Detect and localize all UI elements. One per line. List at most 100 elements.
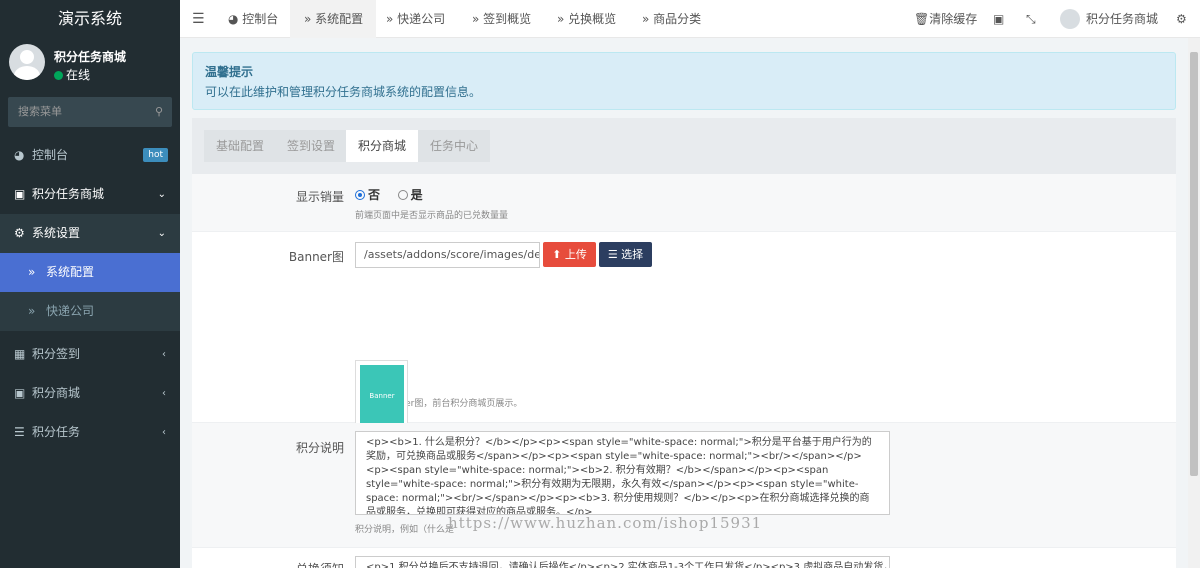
config-panel: 基础配置 签到设置 积分商城 任务中心 显示销量 否 是 前端页面中是否显示商品… (192, 118, 1176, 568)
dashboard-icon: ◕ (14, 148, 25, 162)
hot-badge: hot (143, 148, 168, 162)
tab-signin[interactable]: 签到设置 (275, 130, 348, 162)
double-chevron-right-icon: » (557, 12, 569, 26)
double-chevron-right-icon: » (28, 265, 36, 279)
tab-goods-category[interactable]: » 商品分类 (642, 0, 701, 38)
sidebar-item-signin[interactable]: ▦ 积分签到 ‹ (0, 335, 180, 374)
exchange-notice-label: 兑换须知 (192, 560, 344, 568)
clear-cache-button[interactable]: 🗑清除缓存 (914, 0, 977, 38)
tab-label: 控制台 (242, 12, 279, 26)
content-area: 温馨提示 可以在此维护和管理积分任务商城系统的配置信息。 基础配置 签到设置 积… (180, 38, 1188, 568)
online-dot-icon (54, 71, 63, 80)
sidebar-item-system-config[interactable]: » 系统配置 (0, 253, 180, 292)
alert-title: 温馨提示 (205, 65, 254, 79)
chevron-left-icon: ‹ (162, 388, 166, 399)
scrollbar-thumb[interactable] (1190, 52, 1198, 476)
show-sales-label: 显示销量 (295, 190, 344, 204)
search-placeholder: 搜索菜单 (18, 105, 62, 118)
sidebar-item-label: 控制台 (32, 148, 69, 162)
search-input[interactable]: 搜索菜单 ⚲ (8, 97, 172, 127)
sidebar-item-label: 积分任务商城 (32, 187, 105, 201)
radio-no[interactable] (355, 190, 365, 200)
tab-label: 兑换概览 (568, 12, 617, 26)
show-sales-help: 前端页面中是否显示商品的已兑数量量 (355, 211, 509, 221)
user-menu[interactable]: 积分任务商城 (1060, 0, 1158, 38)
sidebar-item-label: 积分签到 (32, 347, 81, 361)
gears-icon: ⚙ (14, 226, 25, 240)
calendar-icon: ▦ (14, 347, 26, 361)
user-name: 积分任务商城 (54, 50, 127, 64)
clear-cache-label: 清除缓存 (929, 12, 978, 26)
sidebar-item-dashboard[interactable]: ◕ 控制台 hot (0, 136, 180, 175)
tab-task-center[interactable]: 任务中心 (418, 130, 491, 162)
exchange-notice-textarea[interactable]: <p>1.积分兑换后不支持退回，请确认后操作</p><p>2.实体商品1-3个工… (355, 556, 890, 568)
tab-label: 系统配置 (315, 12, 364, 26)
chevron-left-icon: ‹ (162, 427, 166, 438)
tab-dashboard[interactable]: ◕ 控制台 (216, 0, 290, 38)
shopping-bag-icon: ▣ (14, 386, 26, 400)
radio-yes[interactable] (397, 190, 408, 200)
chevron-down-icon: ⌄ (157, 228, 166, 239)
trash-icon: 🗑 (914, 12, 930, 26)
radio-yes-label: 是 (410, 188, 423, 202)
info-alert: 温馨提示 可以在此维护和管理积分任务商城系统的配置信息。 (192, 52, 1176, 110)
brand-title: 演示系统 (0, 0, 180, 38)
dashboard-icon: ◕ (228, 12, 243, 26)
upload-button[interactable]: ⬆ 上传 (543, 242, 596, 267)
status-text: 在线 (66, 68, 91, 82)
user-status: 在线 (54, 66, 90, 83)
choose-button[interactable]: ☰ 选择 (599, 242, 652, 267)
search-icon[interactable]: ⚲ (155, 97, 163, 127)
row-exchange-notice: 兑换须知 <p>1.积分兑换后不支持退回，请确认后操作</p><p>2.实体商品… (192, 548, 1176, 568)
tab-exchange-overview[interactable]: » 兑换概览 (557, 0, 616, 38)
shop-icon: ▣ (14, 187, 26, 201)
sidebar-item-label: 系统设置 (32, 226, 81, 240)
config-tabs: 基础配置 签到设置 积分商城 任务中心 (192, 118, 1176, 174)
tab-label: 签到概览 (483, 12, 532, 26)
upload-icon: ⬆ (552, 248, 565, 261)
fullscreen-icon[interactable]: ⤡ (1026, 0, 1036, 38)
tab-signin-overview[interactable]: » 签到概览 (472, 0, 531, 38)
banner-image: Banner (360, 365, 404, 428)
list-icon: ☰ (607, 248, 622, 261)
upload-label: 上传 (564, 248, 587, 261)
translate-icon[interactable]: ▣ (993, 0, 1004, 38)
settings-icon[interactable]: ⚙ (1176, 0, 1187, 38)
row-banner: Banner图 /assets/addons/score/images/defa… (192, 232, 1176, 423)
double-chevron-right-icon: » (386, 12, 398, 26)
scrollbar[interactable] (1188, 38, 1200, 568)
alert-text: 可以在此维护和管理积分任务商城系统的配置信息。 (205, 85, 482, 99)
sidebar-item-tasks[interactable]: ☰ 积分任务 ‹ (0, 413, 180, 452)
choose-label: 选择 (621, 248, 644, 261)
score-desc-label: 积分说明 (295, 441, 344, 455)
avatar (9, 44, 45, 80)
sidebar-item-label: 系统配置 (46, 265, 95, 279)
score-desc-textarea[interactable]: <p><b>1. 什么是积分？</b></p><p><span style="w… (355, 431, 890, 515)
sidebar-item-system-settings[interactable]: ⚙ 系统设置 ⌄ (0, 214, 180, 253)
tab-basic[interactable]: 基础配置 (204, 130, 277, 162)
radio-no-label: 否 (368, 188, 381, 202)
user-menu-label: 积分任务商城 (1086, 12, 1159, 26)
list-icon: ☰ (14, 425, 25, 439)
avatar (1060, 9, 1080, 29)
tab-system-config[interactable]: » 系统配置 (290, 0, 376, 38)
sidebar-item-express[interactable]: » 快递公司 (0, 292, 180, 331)
tab-label: 商品分类 (653, 12, 702, 26)
sidebar: 演示系统 积分任务商城 在线 搜索菜单 ⚲ ◕ 控制台 hot ▣ 积分任务商城 ⌄ ⚙ 系… (0, 0, 180, 568)
sidebar-item-label: 积分商城 (32, 386, 81, 400)
tab-score-mall[interactable]: 积分商城 (346, 130, 419, 162)
sidebar-item-label: 快递公司 (46, 304, 95, 318)
tab-express[interactable]: » 快递公司 (386, 0, 445, 38)
chevron-left-icon: ‹ (162, 349, 166, 360)
sidebar-item-mall[interactable]: ▣ 积分商城 ‹ (0, 374, 180, 413)
banner-thumbnail: Banner (355, 360, 408, 432)
tab-label: 快递公司 (397, 12, 446, 26)
sidebar-item-label: 积分任务 (32, 425, 81, 439)
hamburger-icon[interactable]: ☰ (192, 0, 205, 38)
show-sales-radios: 否 是 (355, 186, 423, 203)
top-nav: ☰ ◕ 控制台 » 系统配置 » 快递公司 » 签到概览 » 兑换概览 » 商品… (180, 0, 1200, 38)
row-show-sales: 显示销量 否 是 前端页面中是否显示商品的已兑数量量 (192, 174, 1176, 232)
banner-path-input[interactable]: /assets/addons/score/images/default (355, 242, 540, 268)
double-chevron-right-icon: » (304, 12, 316, 26)
sidebar-item-score-shop[interactable]: ▣ 积分任务商城 ⌄ (0, 175, 180, 214)
